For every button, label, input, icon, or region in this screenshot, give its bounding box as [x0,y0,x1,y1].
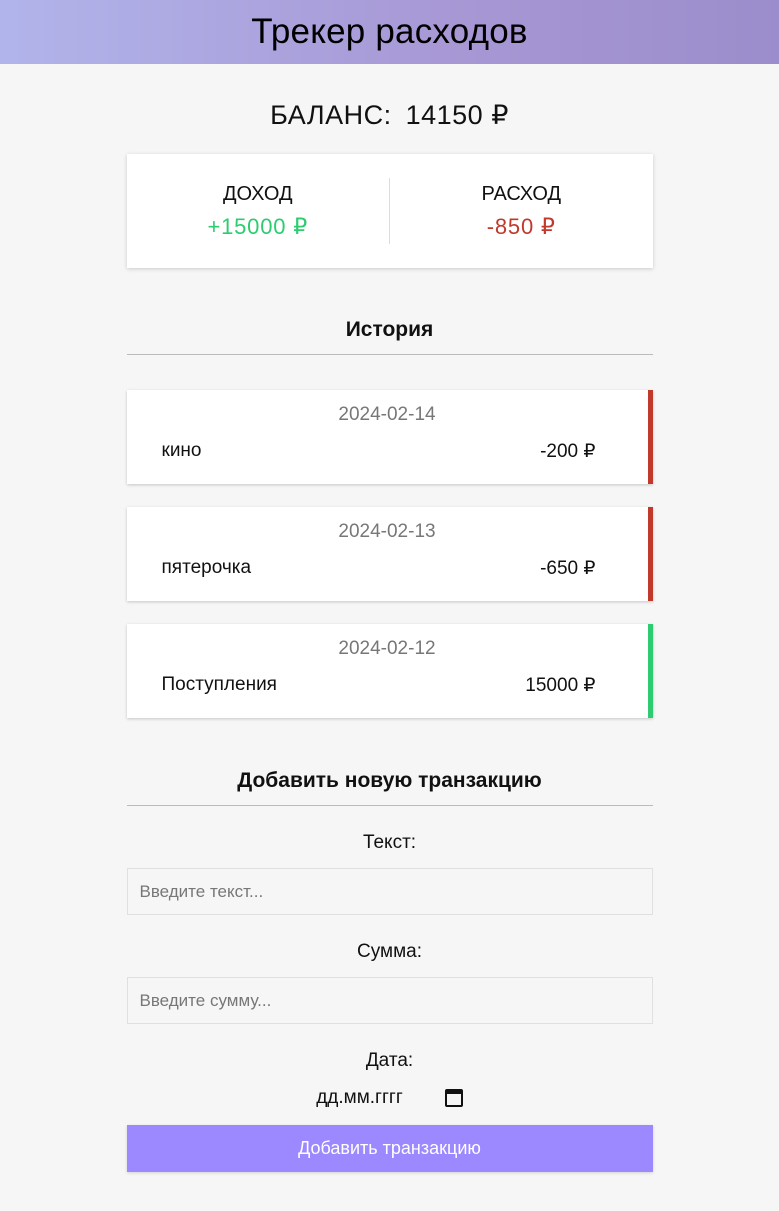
add-transaction-button[interactable]: Добавить транзакцию [126,1125,653,1172]
app-header: Трекер расходов [0,0,779,64]
balance: БАЛАНС: 14150 ₽ [127,100,653,131]
text-input[interactable] [139,881,640,902]
list-item[interactable]: 2024-02-14 кино -200 ₽ [126,390,653,484]
transaction-date: 2024-02-14 [338,404,436,425]
income-value: +15000 ₽ [207,213,309,239]
transaction-amount: 15000 ₽ [525,675,596,696]
main-container: БАЛАНС: 14150 ₽ ДОХОД +15000 ₽ РАСХОД -8… [126,100,653,1172]
list-item[interactable]: 2024-02-12 Поступления 15000 ₽ [126,624,653,718]
history-title: История [126,318,653,355]
page-title: Трекер расходов [251,12,528,51]
list-item[interactable]: 2024-02-13 пятерочка -650 ₽ [126,507,653,601]
income-summary: ДОХОД +15000 ₽ [127,178,390,244]
balance-value: 14150 ₽ [405,100,509,130]
amount-label: Сумма: [357,941,422,962]
transaction-date: 2024-02-13 [338,521,436,542]
add-transaction-title: Добавить новую транзакцию [126,769,653,806]
amount-input[interactable] [139,990,640,1011]
income-expense-summary: ДОХОД +15000 ₽ РАСХОД -850 ₽ [126,154,653,268]
text-label: Текст: [362,832,417,853]
transaction-text: пятерочка [161,557,252,578]
transaction-text: Поступления [161,674,277,695]
expense-summary: РАСХОД -850 ₽ [390,178,653,244]
date-label: Дата: [365,1050,414,1071]
date-input[interactable]: дд.мм.гггг [127,1084,653,1112]
calendar-icon[interactable] [444,1089,463,1107]
transaction-amount: -200 ₽ [540,441,596,462]
text-field-wrapper [126,868,653,915]
date-placeholder: дд.мм.гггг [316,1087,403,1108]
income-label: ДОХОД [222,182,293,205]
transaction-text: кино [161,440,202,461]
history-list: 2024-02-14 кино -200 ₽ 2024-02-13 пятеро… [126,390,653,718]
expense-value: -850 ₽ [486,213,556,239]
transaction-amount: -650 ₽ [540,558,596,579]
transaction-date: 2024-02-12 [338,638,436,659]
balance-label: БАЛАНС: [270,100,392,130]
expense-label: РАСХОД [481,182,562,205]
amount-field-wrapper [126,977,653,1024]
